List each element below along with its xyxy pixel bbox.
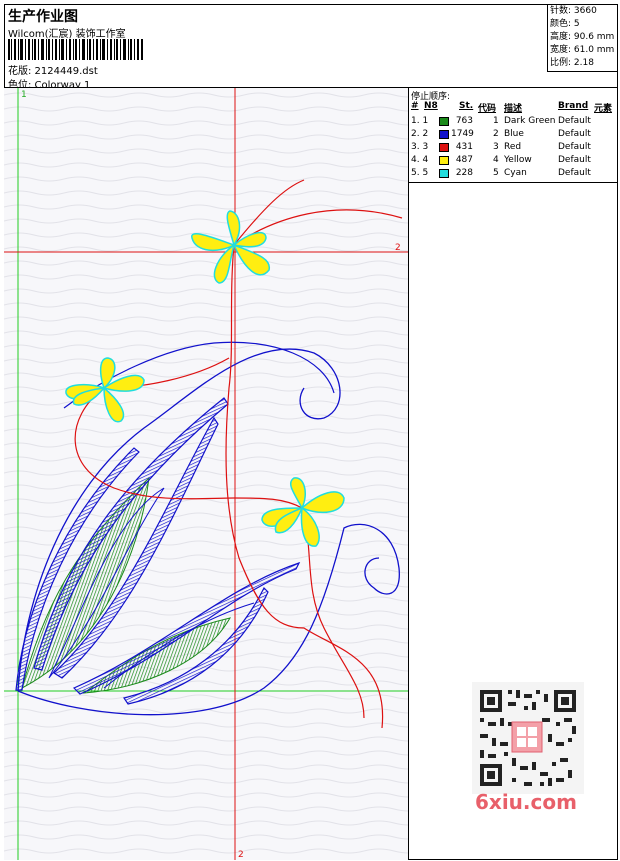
stitch-count: 针数: 3660 bbox=[550, 6, 597, 16]
row-stitches: 228 bbox=[455, 168, 473, 178]
row-stitches: 763 bbox=[455, 116, 473, 126]
row-index: 2. 2 bbox=[411, 129, 429, 139]
row-description: Yellow bbox=[504, 155, 532, 165]
table-row: 2. 2 1749 2 Blue Default bbox=[409, 129, 618, 142]
marker-green-1: 1 bbox=[21, 90, 27, 100]
row-index: 1. 1 bbox=[411, 116, 429, 126]
marker-red-2-bottom: 2 bbox=[238, 850, 244, 860]
row-code: 1 bbox=[493, 116, 499, 126]
embroidery-preview: 1 2 2 bbox=[4, 88, 408, 860]
row-code: 3 bbox=[493, 142, 499, 152]
color-swatch bbox=[439, 130, 449, 139]
canvas-texture bbox=[4, 88, 408, 860]
design-ratio: 比例: 2.18 bbox=[550, 58, 594, 68]
barcode bbox=[8, 39, 143, 60]
col-code: 代码 bbox=[478, 104, 497, 114]
row-description: Blue bbox=[504, 129, 524, 139]
color-swatch bbox=[439, 169, 449, 178]
row-code: 4 bbox=[493, 155, 499, 165]
design-canvas: 1 2 2 bbox=[4, 88, 409, 860]
watermark-site: 6xiu.com bbox=[475, 790, 577, 814]
col-n: N8 bbox=[424, 101, 438, 111]
color-swatch bbox=[439, 117, 449, 126]
table-row: 1. 1 763 1 Dark Green Default bbox=[409, 116, 618, 129]
row-description: Dark Green bbox=[504, 116, 556, 126]
stats-panel: 针数: 3660 颜色: 5 高度: 90.6 mm 宽度: 61.0 mm 比… bbox=[547, 4, 618, 72]
table-row: 5. 5 228 5 Cyan Default bbox=[409, 168, 618, 181]
row-index: 5. 5 bbox=[411, 168, 429, 178]
qr-code bbox=[472, 682, 584, 794]
col-desc: 描述 bbox=[504, 104, 523, 114]
row-description: Red bbox=[504, 142, 522, 152]
row-brand: Default bbox=[558, 168, 591, 178]
row-stitches: 431 bbox=[455, 142, 473, 152]
stop-sequence-table: 停止顺序: # N8 St. 代码 描述 Brand 元素 1. 1 763 1… bbox=[409, 88, 618, 183]
color-swatch bbox=[439, 143, 449, 152]
col-hash: # bbox=[411, 101, 419, 111]
table-row: 4. 4 487 4 Yellow Default bbox=[409, 155, 618, 168]
color-swatch bbox=[439, 156, 449, 165]
design-height: 高度: 90.6 mm bbox=[550, 32, 615, 42]
row-code: 2 bbox=[493, 129, 499, 139]
color-count: 颜色: 5 bbox=[550, 19, 580, 29]
row-brand: Default bbox=[558, 155, 591, 165]
marker-red-2-right: 2 bbox=[395, 243, 401, 253]
row-brand: Default bbox=[558, 142, 591, 152]
design-file-label: 花版: 2124449.dst bbox=[8, 66, 98, 77]
row-index: 3. 3 bbox=[411, 142, 429, 152]
row-stitches: 1749 bbox=[451, 129, 474, 139]
row-stitches: 487 bbox=[455, 155, 473, 165]
page-title: 生产作业图 bbox=[8, 9, 78, 25]
col-elem: 元素 bbox=[594, 104, 613, 114]
col-st: St. bbox=[459, 101, 474, 111]
header: 生产作业图 Wilcom(汇宸) 装饰工作室 花版: 2124449.dst 色… bbox=[4, 4, 618, 91]
col-brand: Brand bbox=[558, 101, 589, 111]
company-name: Wilcom(汇宸) 装饰工作室 bbox=[8, 29, 126, 40]
row-brand: Default bbox=[558, 129, 591, 139]
row-index: 4. 4 bbox=[411, 155, 429, 165]
row-description: Cyan bbox=[504, 168, 527, 178]
design-width: 宽度: 61.0 mm bbox=[550, 45, 615, 55]
table-row: 3. 3 431 3 Red Default bbox=[409, 142, 618, 155]
row-code: 5 bbox=[493, 168, 499, 178]
row-brand: Default bbox=[558, 116, 591, 126]
